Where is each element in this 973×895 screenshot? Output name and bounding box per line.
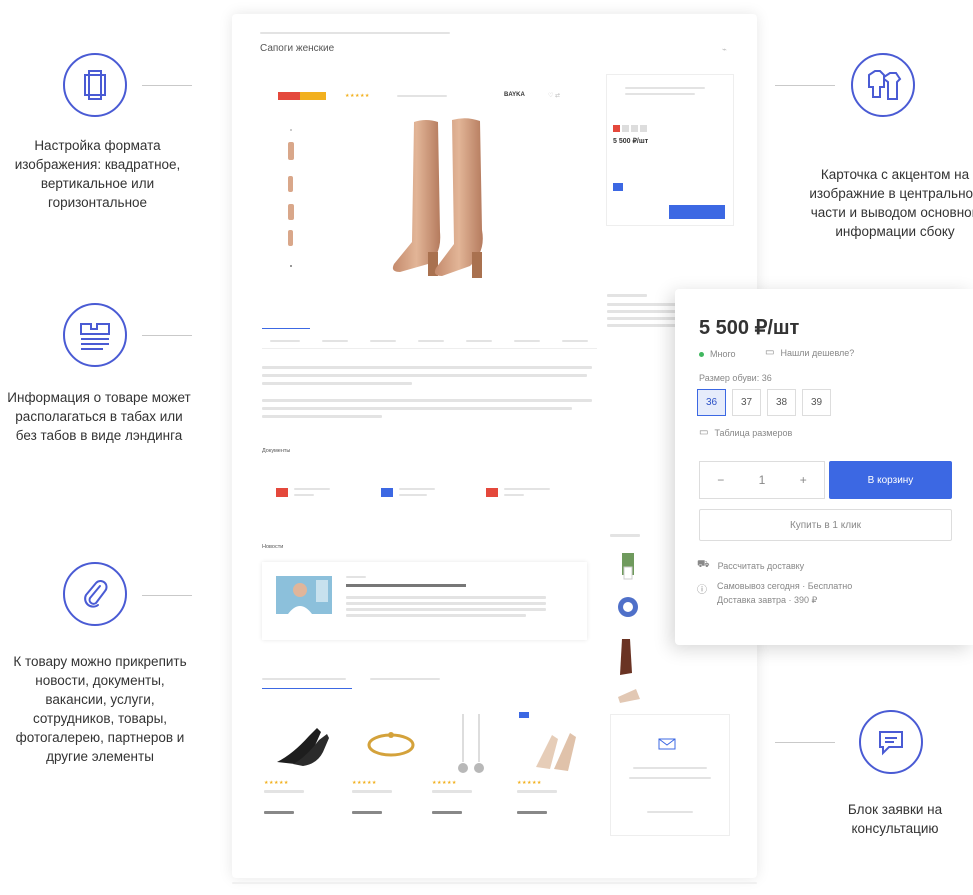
paperclip-icon: [63, 562, 127, 626]
buy-box-preview: 5 500 ₽/шт: [606, 74, 734, 226]
tab-active-indicator: [262, 328, 310, 329]
qty-value[interactable]: 1: [759, 473, 766, 487]
color-swatches[interactable]: [613, 119, 647, 137]
feature-card-text: Карточка с акцентом на изображние в цент…: [809, 167, 973, 239]
add-to-cart-button[interactable]: В корзину: [829, 461, 952, 499]
one-click-button[interactable]: Купить в 1 клик: [699, 509, 952, 541]
related-products-list[interactable]: [610, 534, 670, 712]
qty-plus-button[interactable]: +: [800, 473, 807, 487]
news-card[interactable]: [262, 562, 587, 640]
qty-minus-button[interactable]: −: [717, 473, 724, 487]
product-main-image[interactable]: [382, 114, 522, 284]
size-table-link[interactable]: ▭ Таблица размеров: [699, 427, 792, 438]
size-option[interactable]: 39: [802, 389, 831, 416]
delivery-courier-text: Доставка завтра · 390 ₽: [717, 595, 818, 605]
quantity-stepper[interactable]: − 1 +: [699, 461, 825, 499]
stock-label: Много: [710, 349, 736, 359]
truck-icon: ⛟: [697, 559, 710, 570]
related-tab[interactable]: [370, 678, 440, 680]
crop-frame-icon: [63, 53, 127, 117]
product-card[interactable]: ★★★★★: [352, 710, 430, 850]
stock-status: Много: [699, 349, 736, 359]
product-card[interactable]: ★★★★★: [432, 710, 510, 850]
news-image: [276, 576, 332, 614]
info-icon: ⓘ: [697, 585, 707, 596]
product-card[interactable]: ★★★★★: [517, 710, 595, 850]
connector-line: [142, 335, 192, 336]
feature-info-text: Информация о товаре может располагаться …: [7, 390, 191, 443]
size-table-label: Таблица размеров: [714, 427, 793, 438]
side-price: 5 500 ₽/шт: [613, 138, 649, 145]
connector-line: [775, 742, 835, 743]
size-option[interactable]: 37: [732, 389, 761, 416]
found-cheaper-label: Нашли дешевле?: [780, 347, 855, 358]
documents-heading: Документы: [262, 448, 291, 454]
buy-box-zoom: 5 500 ₽/шт Много ▭ Нашли дешевле? Размер…: [675, 289, 973, 645]
chat-icon: [859, 710, 923, 774]
side-cart-button[interactable]: [669, 205, 725, 219]
size-option[interactable]: 36: [697, 389, 726, 416]
sale-badge: [300, 92, 326, 100]
clothing-icon: [851, 53, 915, 117]
consult-envelope-icon: [657, 733, 677, 751]
size-option[interactable]: 38: [767, 389, 796, 416]
landing-layout-icon: [63, 303, 127, 367]
delivery-info: ⓘ Самовывоз сегодня · Бесплатно Доставка…: [697, 581, 852, 606]
news-heading: Новости: [262, 544, 284, 550]
size-selector[interactable]: 36 37 38 39: [697, 389, 837, 416]
tag-icon: ▭: [765, 347, 775, 358]
share-icon[interactable]: ⌁: [722, 45, 727, 54]
related-tab-active[interactable]: [262, 678, 352, 689]
connector-line: [142, 595, 192, 596]
delivery-calc-label: Рассчитать доставку: [717, 560, 805, 571]
product-card[interactable]: ★★★★★: [264, 710, 342, 850]
size-label: Размер обуви: 36: [699, 373, 772, 383]
stock-dot-icon: [699, 351, 704, 357]
hit-badge: [278, 92, 300, 100]
connector-line: [142, 85, 192, 86]
reviews-link[interactable]: [397, 95, 447, 97]
feature-format-text: Настройка формата изображения: квадратно…: [14, 138, 181, 210]
rating-stars: ★★★★★: [345, 93, 370, 99]
thumbnail-list[interactable]: [284, 124, 298, 274]
brand-logo: BAYKA: [504, 92, 525, 98]
consult-block-preview: [610, 714, 730, 836]
connector-line: [775, 85, 835, 86]
product-tabs[interactable]: [262, 328, 597, 349]
page-title: Сапоги женские: [260, 43, 335, 54]
feature-attach-text: К товару можно прикрепить новости, докум…: [13, 654, 187, 764]
delivery-calc-link[interactable]: ⛟ Рассчитать доставку: [697, 559, 804, 572]
feature-consult-text: Блок заявки на консультацию: [847, 802, 943, 836]
found-cheaper-link[interactable]: ▭ Нашли дешевле?: [765, 347, 854, 358]
description-text: [262, 366, 592, 418]
breadcrumb[interactable]: [260, 32, 450, 34]
delivery-pickup-text: Самовывоз сегодня · Бесплатно: [717, 581, 853, 591]
favorite-icon[interactable]: ♡ ⇄: [548, 92, 560, 99]
price: 5 500 ₽/шт: [699, 317, 800, 339]
ruler-icon: ▭: [699, 427, 709, 438]
